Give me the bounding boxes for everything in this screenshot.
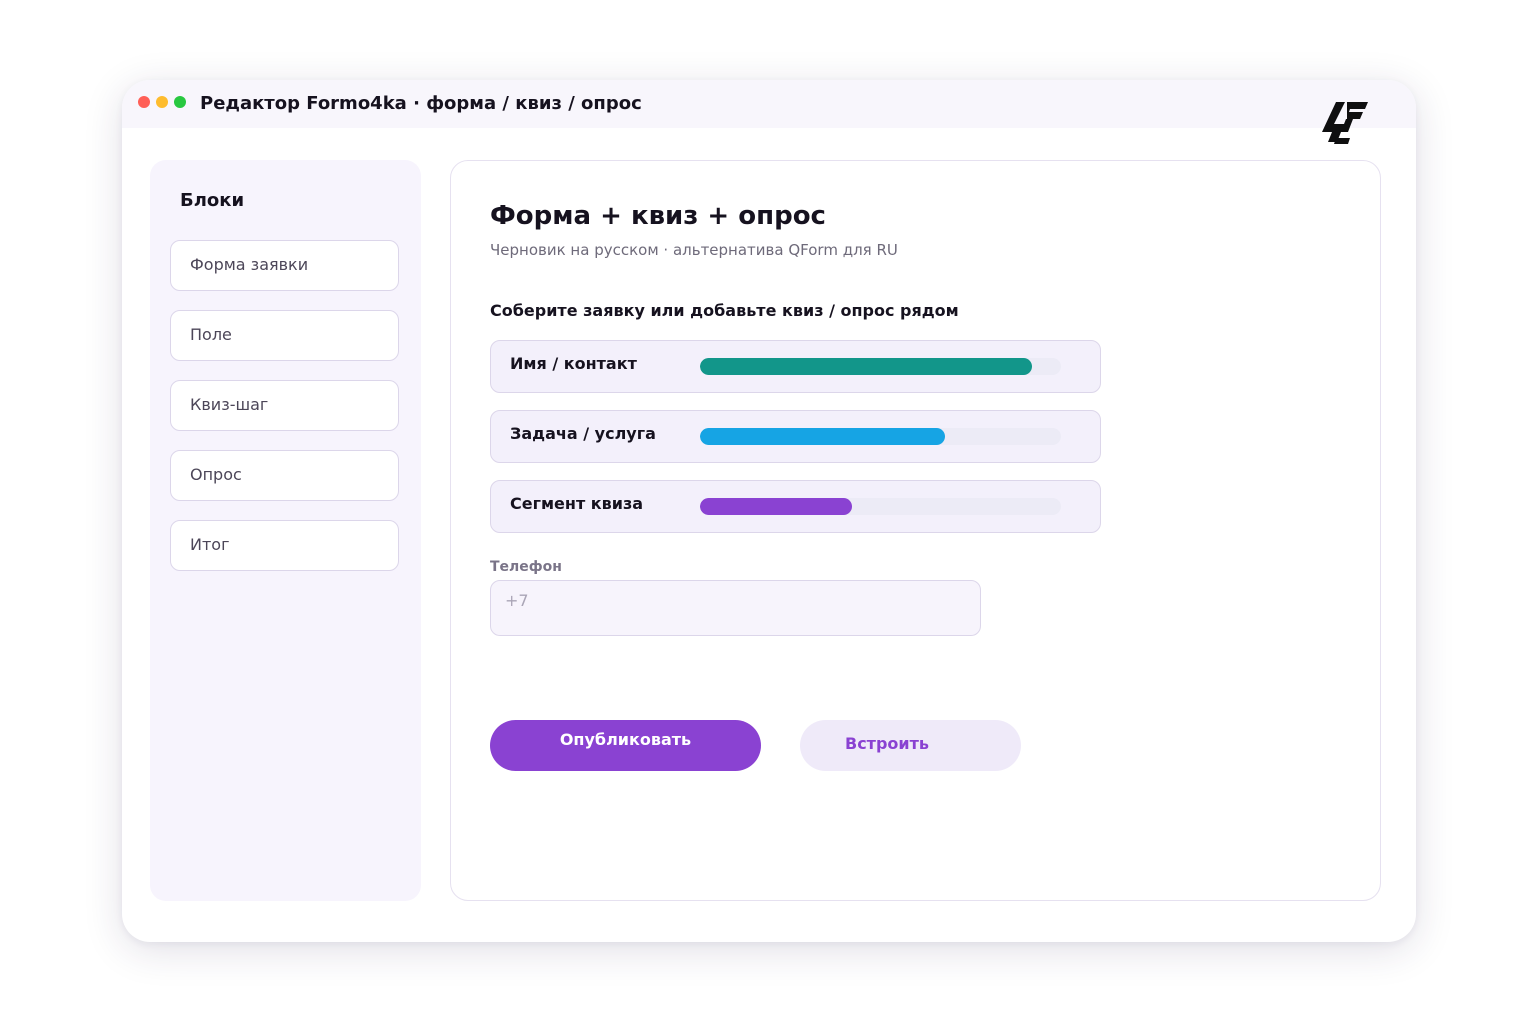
embed-button[interactable]: Встроить: [800, 720, 1021, 771]
maximize-window-button[interactable]: [174, 96, 186, 108]
blocks-sidebar: Блоки Форма заявки Поле Квиз-шаг Опрос И…: [150, 160, 421, 901]
segment-label: Задача / услуга: [510, 424, 656, 443]
phone-input[interactable]: [490, 580, 981, 636]
block-item-quiz-step[interactable]: Квиз-шаг: [170, 380, 399, 431]
app-window: Редактор Formo4ka · форма / квиз / опрос…: [122, 80, 1416, 942]
block-item-survey[interactable]: Опрос: [170, 450, 399, 501]
segment-progress-fill: [700, 428, 946, 445]
title-bar: Редактор Formo4ka · форма / квиз / опрос: [122, 80, 1416, 128]
publish-button[interactable]: Опубликовать: [490, 720, 761, 771]
close-window-button[interactable]: [138, 96, 150, 108]
window-title: Редактор Formo4ka · форма / квиз / опрос: [200, 93, 642, 114]
block-item-result[interactable]: Итог: [170, 520, 399, 571]
block-item-label: Поле: [190, 325, 232, 344]
block-item-field[interactable]: Поле: [170, 310, 399, 361]
segment-progress-fill: [700, 358, 1033, 375]
segment-progress-fill: [700, 498, 852, 515]
section-heading: Соберите заявку или добавьте квиз / опро…: [490, 301, 959, 320]
segment-label: Сегмент квиза: [510, 494, 644, 513]
formo4ka-logo-icon: [1322, 102, 1368, 144]
block-item-label: Квиз-шаг: [190, 395, 269, 414]
segment-row-task-service[interactable]: Задача / услуга: [490, 410, 1101, 463]
segment-label: Имя / контакт: [510, 354, 637, 373]
block-item-form[interactable]: Форма заявки: [170, 240, 399, 291]
page-subtitle: Черновик на русском · альтернатива QForm…: [490, 241, 898, 259]
segment-progress-track: [700, 498, 1061, 515]
block-item-label: Итог: [190, 535, 230, 554]
phone-field-label: Телефон: [490, 559, 562, 575]
segment-progress-track: [700, 358, 1061, 375]
sidebar-title: Блоки: [180, 190, 245, 211]
block-item-label: Форма заявки: [190, 255, 309, 274]
minimize-window-button[interactable]: [156, 96, 168, 108]
block-item-label: Опрос: [190, 465, 242, 484]
segment-progress-track: [700, 428, 1061, 445]
segment-row-name-contact[interactable]: Имя / контакт: [490, 340, 1101, 393]
segment-row-quiz-segment[interactable]: Сегмент квиза: [490, 480, 1101, 533]
page-title: Форма + квиз + опрос: [490, 201, 826, 231]
editor-canvas: Форма + квиз + опрос Черновик на русском…: [450, 160, 1381, 901]
